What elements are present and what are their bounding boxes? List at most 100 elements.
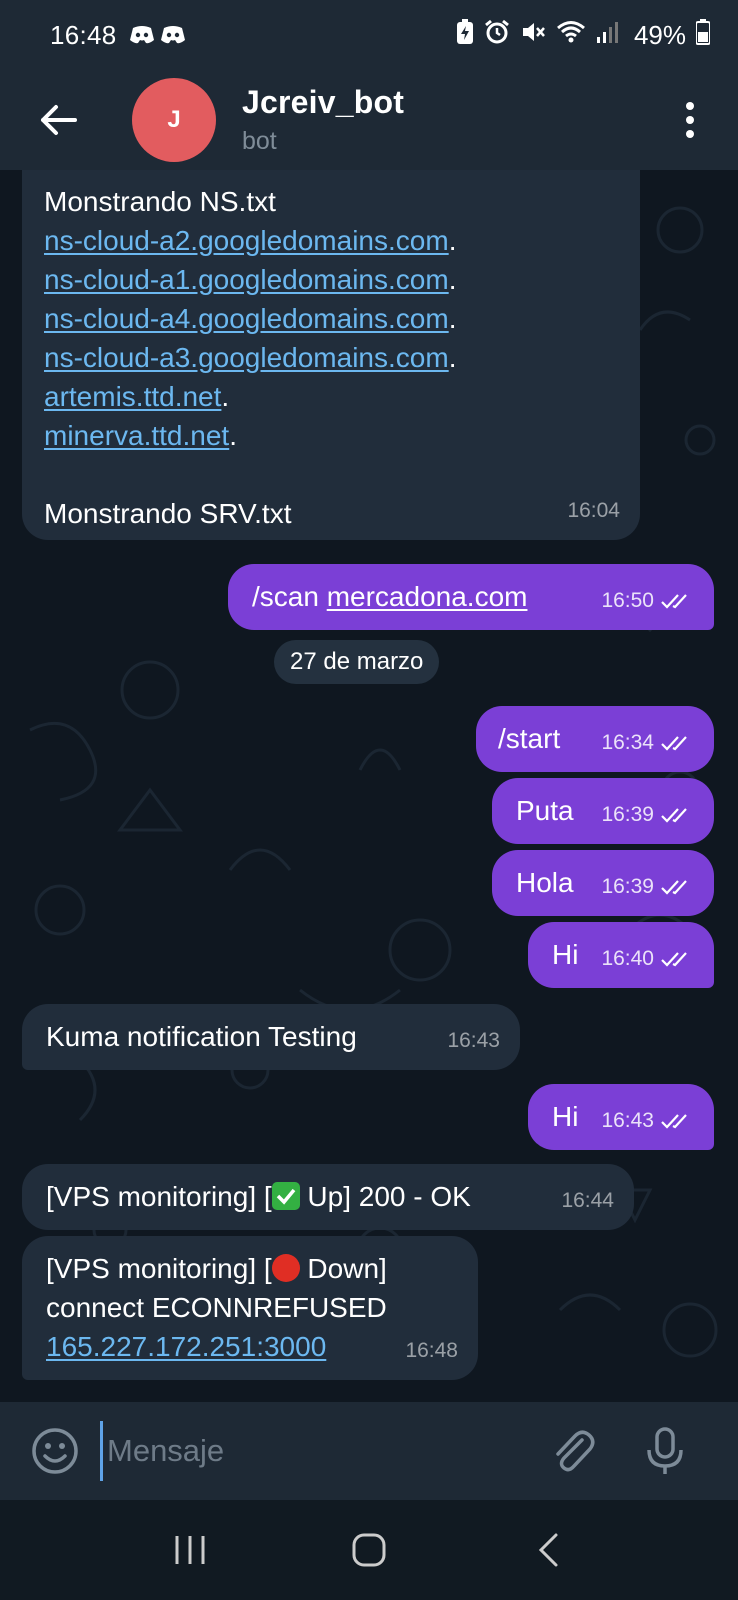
message-text: Puta: [516, 795, 574, 826]
message-text: /scan: [252, 581, 327, 612]
signal-icon: [596, 19, 620, 52]
message-time: 16:04: [567, 499, 620, 522]
status-time: 16:48: [50, 19, 117, 50]
message-bubble-outgoing[interactable]: Hi 16:40: [528, 922, 714, 988]
arrow-left-icon: [41, 105, 77, 135]
chevron-left-icon: [539, 1533, 558, 1567]
emoji-button[interactable]: [30, 1426, 80, 1476]
home-icon: [352, 1533, 386, 1567]
back-nav-button[interactable]: [518, 1520, 578, 1580]
message-meta: 16:34: [601, 723, 694, 762]
battery-icon: [695, 18, 711, 52]
message-bubble-outgoing[interactable]: /scan mercadona.com 16:50: [228, 564, 714, 630]
message-bubble-incoming[interactable]: [VPS monitoring] [ Up] 200 - OK 16:44: [22, 1164, 634, 1230]
message-time: 16:34: [601, 731, 654, 754]
message-meta: 16:04: [567, 491, 620, 530]
recent-apps-button[interactable]: [160, 1520, 220, 1580]
message-meta: 16:39: [601, 867, 694, 906]
message-text: Up] 200 - OK: [299, 1181, 471, 1212]
chat-area[interactable]: Monstrando NS.txt ns-cloud-a2.googledoma…: [0, 170, 738, 1402]
message-input[interactable]: [100, 1421, 520, 1481]
chat-header: J Jcreiv_bot bot: [0, 70, 738, 170]
double-check-icon: [661, 879, 687, 895]
message-text: Hi: [552, 1101, 579, 1132]
alarm-icon: [484, 19, 510, 52]
smiley-icon: [32, 1428, 78, 1474]
message-text: Monstrando SRV.txt: [44, 498, 292, 529]
message-bubble-incoming[interactable]: Kuma notification Testing 16:43: [22, 1004, 520, 1070]
message-text: Hola: [516, 867, 574, 898]
discord-icon: [129, 25, 186, 45]
double-check-icon: [661, 593, 687, 609]
red-circle-emoji-icon: [271, 1254, 300, 1282]
battery-percent: 49%: [633, 19, 686, 50]
message-link[interactable]: ns-cloud-a4.googledomains.com: [44, 303, 449, 334]
message-time: 16:40: [601, 947, 654, 970]
battery-saver-icon: [456, 18, 474, 52]
mute-icon: [520, 19, 546, 52]
message-meta: 16:40: [601, 939, 694, 978]
double-check-icon: [661, 1113, 687, 1129]
more-options-button[interactable]: [670, 90, 710, 150]
message-time: 16:39: [601, 803, 654, 826]
double-check-icon: [661, 951, 687, 967]
message-composer: [0, 1402, 738, 1500]
message-time: 16:44: [561, 1189, 614, 1212]
message-text: /start: [498, 723, 561, 754]
message-meta: 16:39: [601, 795, 694, 834]
message-bubble-incoming[interactable]: [VPS monitoring] [ Down] connect ECONNRE…: [22, 1236, 478, 1380]
paperclip-icon: [556, 1430, 595, 1472]
message-text: [VPS monitoring] [: [46, 1253, 272, 1284]
message-time: 16:43: [601, 1109, 654, 1132]
message-time: 16:48: [405, 1339, 458, 1362]
message-text: Kuma notification Testing: [46, 1021, 357, 1052]
message-meta: 16:44: [561, 1181, 614, 1220]
back-button[interactable]: [28, 90, 88, 150]
message-text: Monstrando NS.txt: [44, 186, 276, 217]
message-time: 16:50: [601, 589, 654, 612]
kebab-menu-icon-dot: [686, 102, 694, 110]
message-bubble-outgoing[interactable]: /start 16:34: [476, 706, 714, 772]
kebab-menu-icon-dot: [686, 130, 694, 138]
message-link[interactable]: artemis.ttd.net: [44, 381, 221, 412]
double-check-icon: [661, 807, 687, 823]
chat-subtitle: bot: [242, 127, 277, 155]
wifi-icon: [556, 19, 586, 52]
message-bubble-outgoing[interactable]: Hi 16:43: [528, 1084, 714, 1150]
message-link[interactable]: mercadona.com: [327, 581, 528, 612]
message-link[interactable]: 165.227.172.251:3000: [46, 1331, 326, 1362]
message-link[interactable]: ns-cloud-a2.googledomains.com: [44, 225, 449, 256]
message-text: Down]: [299, 1253, 387, 1284]
message-bubble-outgoing[interactable]: Puta 16:39: [492, 778, 714, 844]
message-link[interactable]: ns-cloud-a1.googledomains.com: [44, 264, 449, 295]
message-link[interactable]: minerva.ttd.net: [44, 420, 229, 451]
message-meta: 16:48: [405, 1331, 458, 1370]
message-time: 16:43: [447, 1029, 500, 1052]
chat-title: Jcreiv_bot: [242, 84, 405, 120]
message-text: Hi: [552, 939, 579, 970]
message-meta: 16:43: [447, 1021, 500, 1060]
microphone-button[interactable]: [640, 1426, 690, 1476]
attach-button[interactable]: [548, 1426, 598, 1476]
kebab-menu-icon-dot: [686, 116, 694, 124]
message-bubble-outgoing[interactable]: Hola 16:39: [492, 850, 714, 916]
double-check-icon: [661, 735, 687, 751]
date-separator: 27 de marzo: [274, 640, 440, 684]
message-meta: 16:50: [601, 581, 694, 620]
message-meta: 16:43: [601, 1101, 694, 1140]
chat-title-block[interactable]: Jcreiv_bot bot: [242, 84, 404, 156]
message-bubble-incoming[interactable]: Monstrando NS.txt ns-cloud-a2.googledoma…: [22, 170, 640, 540]
avatar-letter: J: [167, 106, 181, 133]
system-nav-bar: [0, 1500, 738, 1600]
home-button[interactable]: [339, 1520, 399, 1580]
message-text: connect ECONNREFUSED: [46, 1292, 387, 1323]
avatar[interactable]: J: [132, 78, 216, 162]
message-text: [VPS monitoring] [: [46, 1181, 272, 1212]
message-link[interactable]: ns-cloud-a3.googledomains.com: [44, 342, 449, 373]
message-time: 16:39: [601, 875, 654, 898]
microphone-icon: [647, 1427, 683, 1474]
status-bar: 16:48 49%: [0, 0, 738, 70]
recent-apps-icon: [175, 1536, 205, 1564]
check-mark-emoji-icon: [271, 1182, 300, 1210]
